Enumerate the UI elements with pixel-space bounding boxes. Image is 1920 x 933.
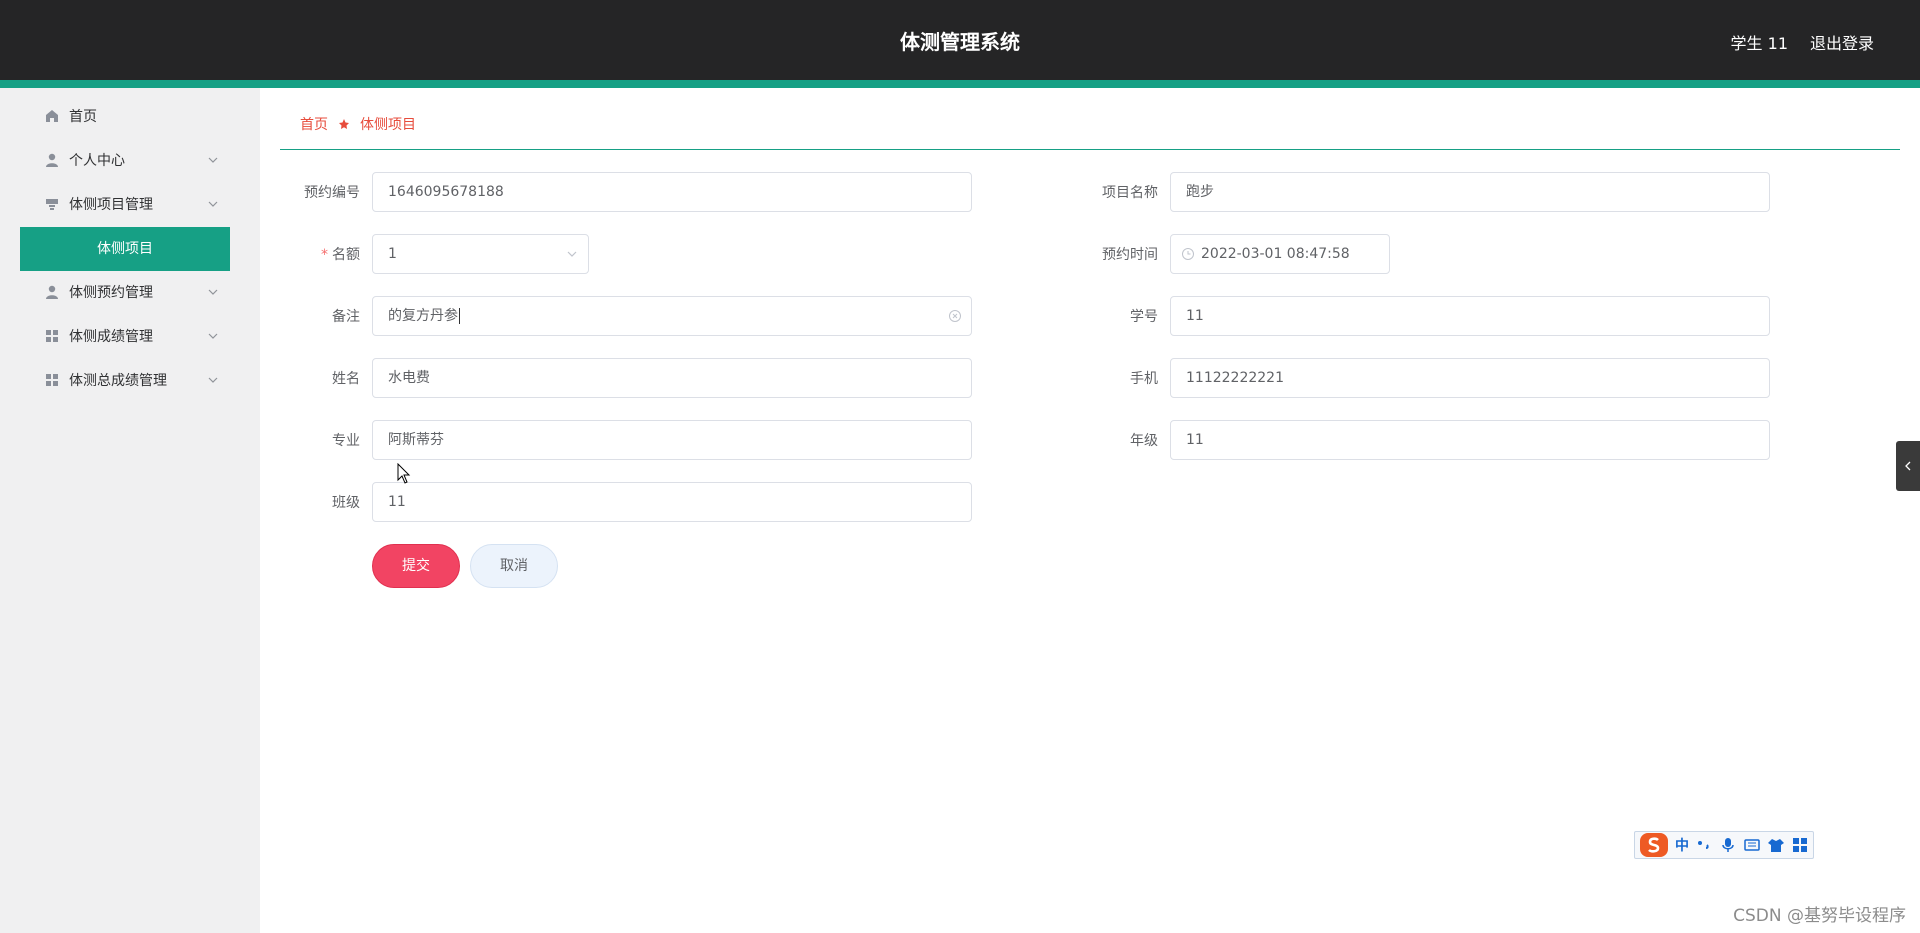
booking-no-input[interactable]: 1646095678188 xyxy=(372,172,972,212)
grade-label: 年级 xyxy=(1130,433,1158,449)
toolbox-grid-icon[interactable] xyxy=(1791,836,1809,854)
grid-icon xyxy=(46,374,58,386)
side-panel-toggle[interactable] xyxy=(1896,441,1920,491)
user-icon xyxy=(46,153,58,167)
user-icon xyxy=(46,285,58,299)
class-input[interactable]: 11 xyxy=(372,482,972,522)
sidebar-item-home[interactable]: 首页 xyxy=(0,96,260,136)
clear-icon[interactable] xyxy=(948,309,962,323)
top-header: 体测管理系统 学生 11 退出登录 xyxy=(0,0,1920,80)
booking-time-picker[interactable]: 2022-03-01 08:47:58 xyxy=(1170,234,1390,274)
required-mark: * xyxy=(321,247,328,263)
logout-link[interactable]: 退出登录 xyxy=(1810,30,1874,54)
booking-time-label: 预约时间 xyxy=(1102,247,1158,263)
breadcrumb: 首页 体侧项目 xyxy=(300,114,416,134)
punctuation-icon[interactable] xyxy=(1695,836,1713,854)
sidebar-item-label: 首页 xyxy=(69,109,97,125)
major-input[interactable]: 阿斯蒂芬 xyxy=(372,420,972,460)
student-no-input[interactable]: 11 xyxy=(1170,296,1770,336)
clock-icon xyxy=(1182,248,1194,260)
breadcrumb-divider xyxy=(280,149,1900,150)
sidebar-subitem-project[interactable]: 体侧项目 xyxy=(20,227,230,271)
chevron-down-icon xyxy=(208,289,218,295)
sidebar-item-booking-management[interactable]: 体侧预约管理 xyxy=(0,272,260,312)
breadcrumb-separator-icon xyxy=(339,119,349,129)
grade-input[interactable]: 11 xyxy=(1170,420,1770,460)
breadcrumb-home[interactable]: 首页 xyxy=(300,114,328,134)
chevron-down-icon xyxy=(208,333,218,339)
sidebar-item-score-management[interactable]: 体侧成绩管理 xyxy=(0,316,260,356)
sidebar-item-label: 个人中心 xyxy=(69,153,125,169)
remark-label: 备注 xyxy=(332,309,360,325)
submit-button[interactable]: 提交 xyxy=(372,544,460,588)
phone-input[interactable]: 11122222221 xyxy=(1170,358,1770,398)
header-accent-line xyxy=(0,80,1920,88)
app-title: 体测管理系统 xyxy=(900,30,1020,54)
home-icon xyxy=(46,110,58,122)
sidebar-item-label: 体侧项目管理 xyxy=(69,197,153,213)
sidebar-item-personal-center[interactable]: 个人中心 xyxy=(0,140,260,180)
project-icon xyxy=(46,199,58,210)
booking-time-value: 2022-03-01 08:47:58 xyxy=(1201,246,1350,262)
major-label: 专业 xyxy=(332,433,360,449)
text-caret xyxy=(459,308,460,324)
sidebar-item-label: 体侧成绩管理 xyxy=(69,329,153,345)
current-user: 学生 11 xyxy=(1730,34,1788,53)
sidebar-item-label: 体测总成绩管理 xyxy=(69,373,167,389)
microphone-icon[interactable] xyxy=(1719,836,1737,854)
project-name-label: 项目名称 xyxy=(1102,185,1158,201)
grid-icon xyxy=(46,330,58,342)
sidebar-item-label: 体侧预约管理 xyxy=(69,285,153,301)
breadcrumb-current: 体侧项目 xyxy=(360,117,416,133)
phone-label: 手机 xyxy=(1130,371,1158,387)
quota-label: * 名额 xyxy=(270,244,360,264)
chevron-down-icon xyxy=(208,157,218,163)
student-no-label: 学号 xyxy=(1130,309,1158,325)
chevron-down-icon xyxy=(208,377,218,383)
watermark: CSDN @基努毕设程序 xyxy=(1733,906,1906,926)
ime-mode[interactable]: 中 xyxy=(1675,835,1689,855)
cancel-button[interactable]: 取消 xyxy=(470,544,558,588)
project-name-input[interactable]: 跑步 xyxy=(1170,172,1770,212)
sidebar: 首页 个人中心 体侧项目管理 体侧项目 体侧预约管理 体侧成绩管理 体测总成绩管… xyxy=(0,88,260,933)
mouse-cursor-icon xyxy=(397,463,411,484)
keyboard-icon[interactable] xyxy=(1743,836,1761,854)
quota-label-text: 名额 xyxy=(332,247,360,263)
sidebar-item-total-score-management[interactable]: 体测总成绩管理 xyxy=(0,360,260,400)
booking-no-label: 预约编号 xyxy=(304,185,360,201)
quota-select[interactable]: 1 xyxy=(372,234,589,274)
sidebar-item-project-management[interactable]: 体侧项目管理 xyxy=(0,184,260,224)
name-label: 姓名 xyxy=(332,371,360,387)
remark-value: 的复方丹参 xyxy=(388,308,458,324)
ime-toolbar: 中 xyxy=(1634,831,1814,859)
remark-input[interactable]: 的复方丹参 xyxy=(372,296,972,336)
class-label: 班级 xyxy=(332,495,360,511)
chevron-down-icon xyxy=(208,201,218,207)
skin-shirt-icon[interactable] xyxy=(1767,836,1785,854)
sogou-logo-icon[interactable] xyxy=(1639,832,1669,858)
chevron-left-icon xyxy=(1905,461,1911,471)
name-input[interactable]: 水电费 xyxy=(372,358,972,398)
quota-value: 1 xyxy=(388,246,397,262)
chevron-down-icon xyxy=(567,251,577,257)
